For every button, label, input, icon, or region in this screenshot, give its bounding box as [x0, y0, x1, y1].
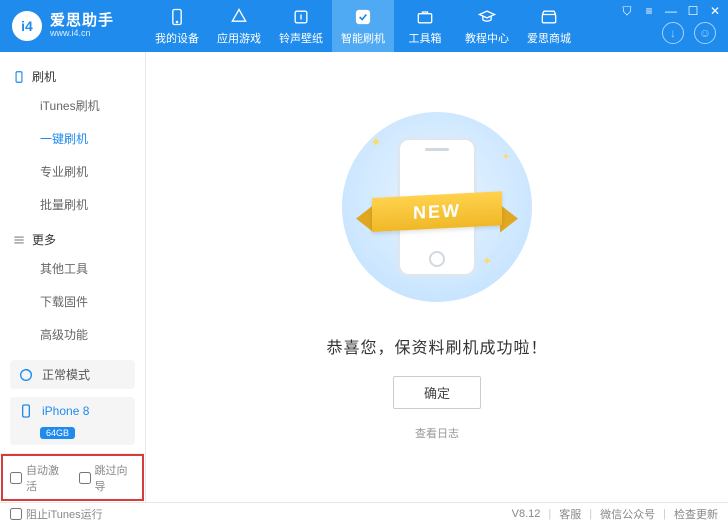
sidebar-item-download-fw[interactable]: 下载固件 — [0, 285, 145, 318]
hero-illustration: ✦ ✦ ✦ NEW — [332, 102, 542, 312]
apps-icon — [229, 7, 249, 27]
settings-icon[interactable]: ⛉ — [620, 4, 634, 18]
toolbox-icon — [415, 7, 435, 27]
device-icon — [167, 7, 187, 27]
sidebar-section-label: 更多 — [32, 231, 56, 248]
nav-label: 我的设备 — [155, 30, 199, 46]
nav-label: 爱思商城 — [527, 30, 571, 46]
device-row[interactable]: iPhone 8 64GB — [10, 397, 135, 445]
nav-store[interactable]: 爱思商城 — [518, 0, 580, 52]
sidebar-section-more: 更多 — [0, 227, 145, 252]
menu-icon[interactable]: ≡ — [642, 4, 656, 18]
nav-label: 智能刷机 — [341, 30, 385, 46]
nav-ringtones[interactable]: 铃声壁纸 — [270, 0, 332, 52]
logo-text: 爱思助手 www.i4.cn — [50, 13, 114, 39]
device-name: iPhone 8 — [42, 404, 127, 418]
support-link[interactable]: 客服 — [559, 506, 581, 522]
nav-flash[interactable]: 智能刷机 — [332, 0, 394, 52]
view-log-link[interactable]: 查看日志 — [415, 425, 459, 441]
flash-options-row: 自动激活 跳过向导 — [0, 453, 145, 502]
nav-label: 工具箱 — [409, 30, 442, 46]
sparkle-icon: ✦ — [482, 254, 492, 268]
store-icon — [539, 7, 559, 27]
more-icon — [12, 233, 26, 247]
app-title: 爱思助手 — [50, 13, 114, 30]
logo-icon: i4 — [12, 11, 42, 41]
main-content: ✦ ✦ ✦ NEW 恭喜您，保资料刷机成功啦！ 确定 查看日志 — [146, 52, 728, 502]
close-icon[interactable]: ✕ — [708, 4, 722, 18]
success-message: 恭喜您，保资料刷机成功啦！ — [326, 334, 547, 358]
nav-tutorials[interactable]: 教程中心 — [456, 0, 518, 52]
minimize-icon[interactable]: — — [664, 4, 678, 18]
user-icon[interactable]: ☺ — [694, 22, 716, 44]
separator: | — [663, 508, 666, 520]
download-icon[interactable]: ↓ — [662, 22, 684, 44]
sidebar-item-batch-flash[interactable]: 批量刷机 — [0, 188, 145, 221]
window-controls: ⛉ ≡ — ☐ ✕ — [620, 4, 722, 18]
block-itunes-input[interactable] — [10, 508, 22, 520]
nav-my-device[interactable]: 我的设备 — [146, 0, 208, 52]
sidebar-item-advanced[interactable]: 高级功能 — [0, 318, 145, 351]
sparkle-icon: ✦ — [370, 134, 382, 151]
wechat-link[interactable]: 微信公众号 — [600, 506, 655, 522]
sidebar: 刷机 iTunes刷机 一键刷机 专业刷机 批量刷机 更多 其他工具 下载固件 … — [0, 52, 146, 502]
sidebar-section-flash: 刷机 — [0, 64, 145, 89]
app-url: www.i4.cn — [50, 29, 114, 39]
sidebar-item-oneclick-flash[interactable]: 一键刷机 — [0, 122, 145, 155]
sidebar-item-other-tools[interactable]: 其他工具 — [0, 252, 145, 285]
device-status-label: 正常模式 — [42, 366, 90, 383]
skip-guide-label: 跳过向导 — [95, 462, 136, 494]
auto-activate-checkbox[interactable]: 自动激活 — [10, 462, 67, 494]
device-icon — [18, 403, 34, 419]
phone-illustration — [397, 137, 477, 277]
sparkle-icon: ✦ — [502, 152, 510, 163]
body: 刷机 iTunes刷机 一键刷机 专业刷机 批量刷机 更多 其他工具 下载固件 … — [0, 52, 728, 502]
tutorial-icon — [477, 7, 497, 27]
title-bar: i4 爱思助手 www.i4.cn 我的设备 应用游戏 铃声壁纸 智能刷机 工具… — [0, 0, 728, 52]
top-right-actions: ↓ ☺ — [662, 22, 716, 44]
nav-label: 铃声壁纸 — [279, 30, 323, 46]
version-label: V8.12 — [512, 508, 541, 520]
sidebar-section-label: 刷机 — [32, 68, 56, 85]
block-itunes-label: 阻止iTunes运行 — [26, 506, 103, 522]
hero-circle: ✦ ✦ ✦ — [342, 112, 532, 302]
skip-guide-input[interactable] — [79, 472, 91, 484]
nav-label: 应用游戏 — [217, 30, 261, 46]
nav-apps[interactable]: 应用游戏 — [208, 0, 270, 52]
skip-guide-checkbox[interactable]: 跳过向导 — [79, 462, 136, 494]
ringtone-icon — [291, 7, 311, 27]
auto-activate-input[interactable] — [10, 472, 22, 484]
device-storage-badge: 64GB — [40, 427, 75, 439]
top-nav: 我的设备 应用游戏 铃声壁纸 智能刷机 工具箱 教程中心 爱思商城 — [146, 0, 580, 52]
nav-toolbox[interactable]: 工具箱 — [394, 0, 456, 52]
auto-activate-label: 自动激活 — [26, 462, 67, 494]
ok-button[interactable]: 确定 — [393, 376, 481, 409]
check-update-link[interactable]: 检查更新 — [674, 506, 718, 522]
separator: | — [548, 508, 551, 520]
sidebar-item-pro-flash[interactable]: 专业刷机 — [0, 155, 145, 188]
phone-icon — [12, 70, 26, 84]
logo-area: i4 爱思助手 www.i4.cn — [0, 11, 146, 41]
separator: | — [589, 508, 592, 520]
flash-icon — [353, 7, 373, 27]
maximize-icon[interactable]: ☐ — [686, 4, 700, 18]
status-bar: 阻止iTunes运行 V8.12 | 客服 | 微信公众号 | 检查更新 — [0, 502, 728, 524]
nav-label: 教程中心 — [465, 30, 509, 46]
sidebar-item-itunes-flash[interactable]: iTunes刷机 — [0, 89, 145, 122]
status-icon — [18, 367, 34, 383]
block-itunes-checkbox[interactable]: 阻止iTunes运行 — [10, 506, 103, 522]
device-status-row[interactable]: 正常模式 — [10, 360, 135, 389]
